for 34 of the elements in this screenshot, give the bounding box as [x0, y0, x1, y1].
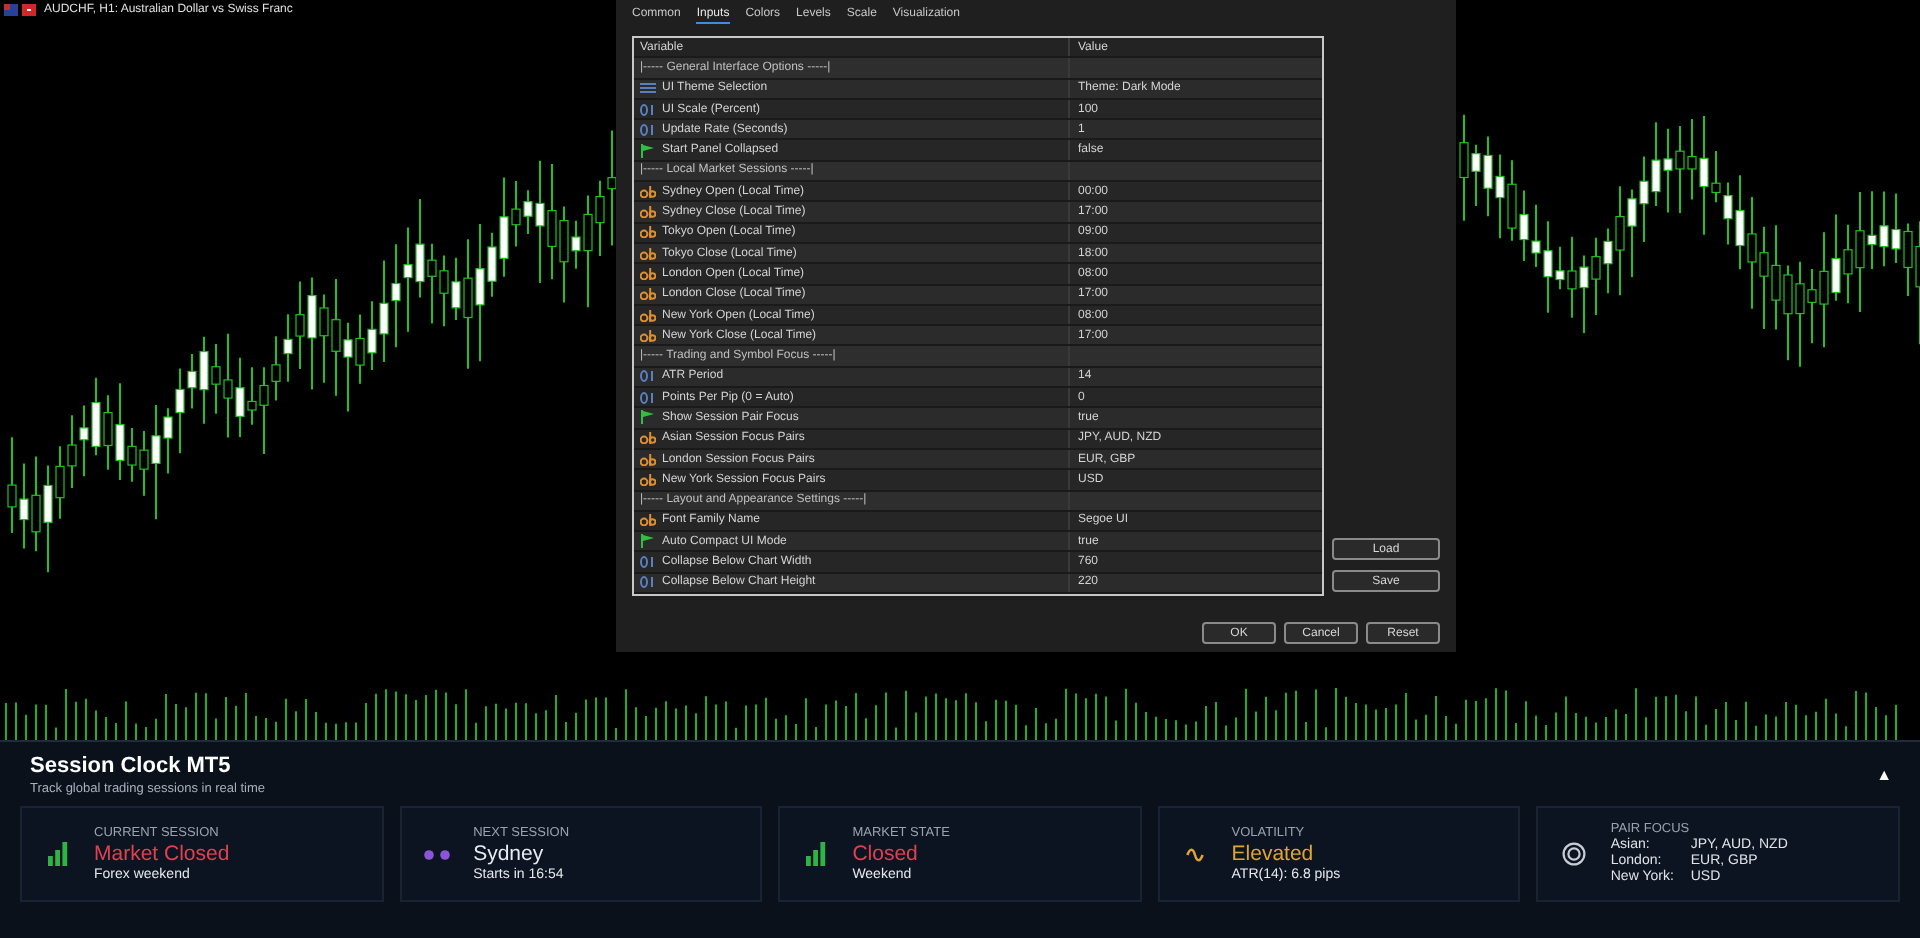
- text-type-icon: [640, 288, 656, 301]
- text-type-icon: [640, 432, 656, 445]
- card-value: Closed: [852, 842, 920, 866]
- number-type-icon: [640, 576, 656, 589]
- flag-icon: [640, 143, 656, 158]
- text-type-icon: [640, 206, 656, 219]
- text-type-icon: [640, 247, 656, 260]
- signal-bars-icon: [806, 842, 827, 866]
- text-type-icon: [640, 185, 656, 198]
- card-value: Elevated: [1231, 842, 1316, 866]
- panel-title: Session Clock MT5: [30, 754, 233, 778]
- flags-icon: [4, 4, 36, 16]
- text-type-icon: [640, 267, 656, 280]
- text-type-icon: [640, 309, 656, 321]
- number-type-icon: [640, 103, 656, 116]
- text-type-icon: [640, 514, 656, 527]
- text-type-icon: [640, 329, 656, 342]
- target-icon: [1562, 842, 1587, 866]
- text-type-icon: [640, 226, 656, 239]
- wave-icon: [1186, 847, 1205, 861]
- dots-icon: [423, 849, 452, 859]
- list-type-icon: [640, 82, 656, 95]
- collapse-button[interactable]: ▲: [1868, 766, 1900, 784]
- signal-bars-icon: [48, 842, 68, 866]
- number-type-icon: [640, 556, 656, 569]
- card-value: Sydney: [473, 842, 546, 866]
- card-value: Market Closed: [94, 842, 230, 866]
- text-type-icon: [640, 453, 656, 466]
- number-type-icon: [640, 370, 656, 383]
- number-type-icon: [640, 391, 656, 404]
- flag-icon: [640, 534, 656, 549]
- text-type-icon: [640, 473, 656, 486]
- number-type-icon: [640, 123, 656, 136]
- flag-icon: [640, 410, 656, 425]
